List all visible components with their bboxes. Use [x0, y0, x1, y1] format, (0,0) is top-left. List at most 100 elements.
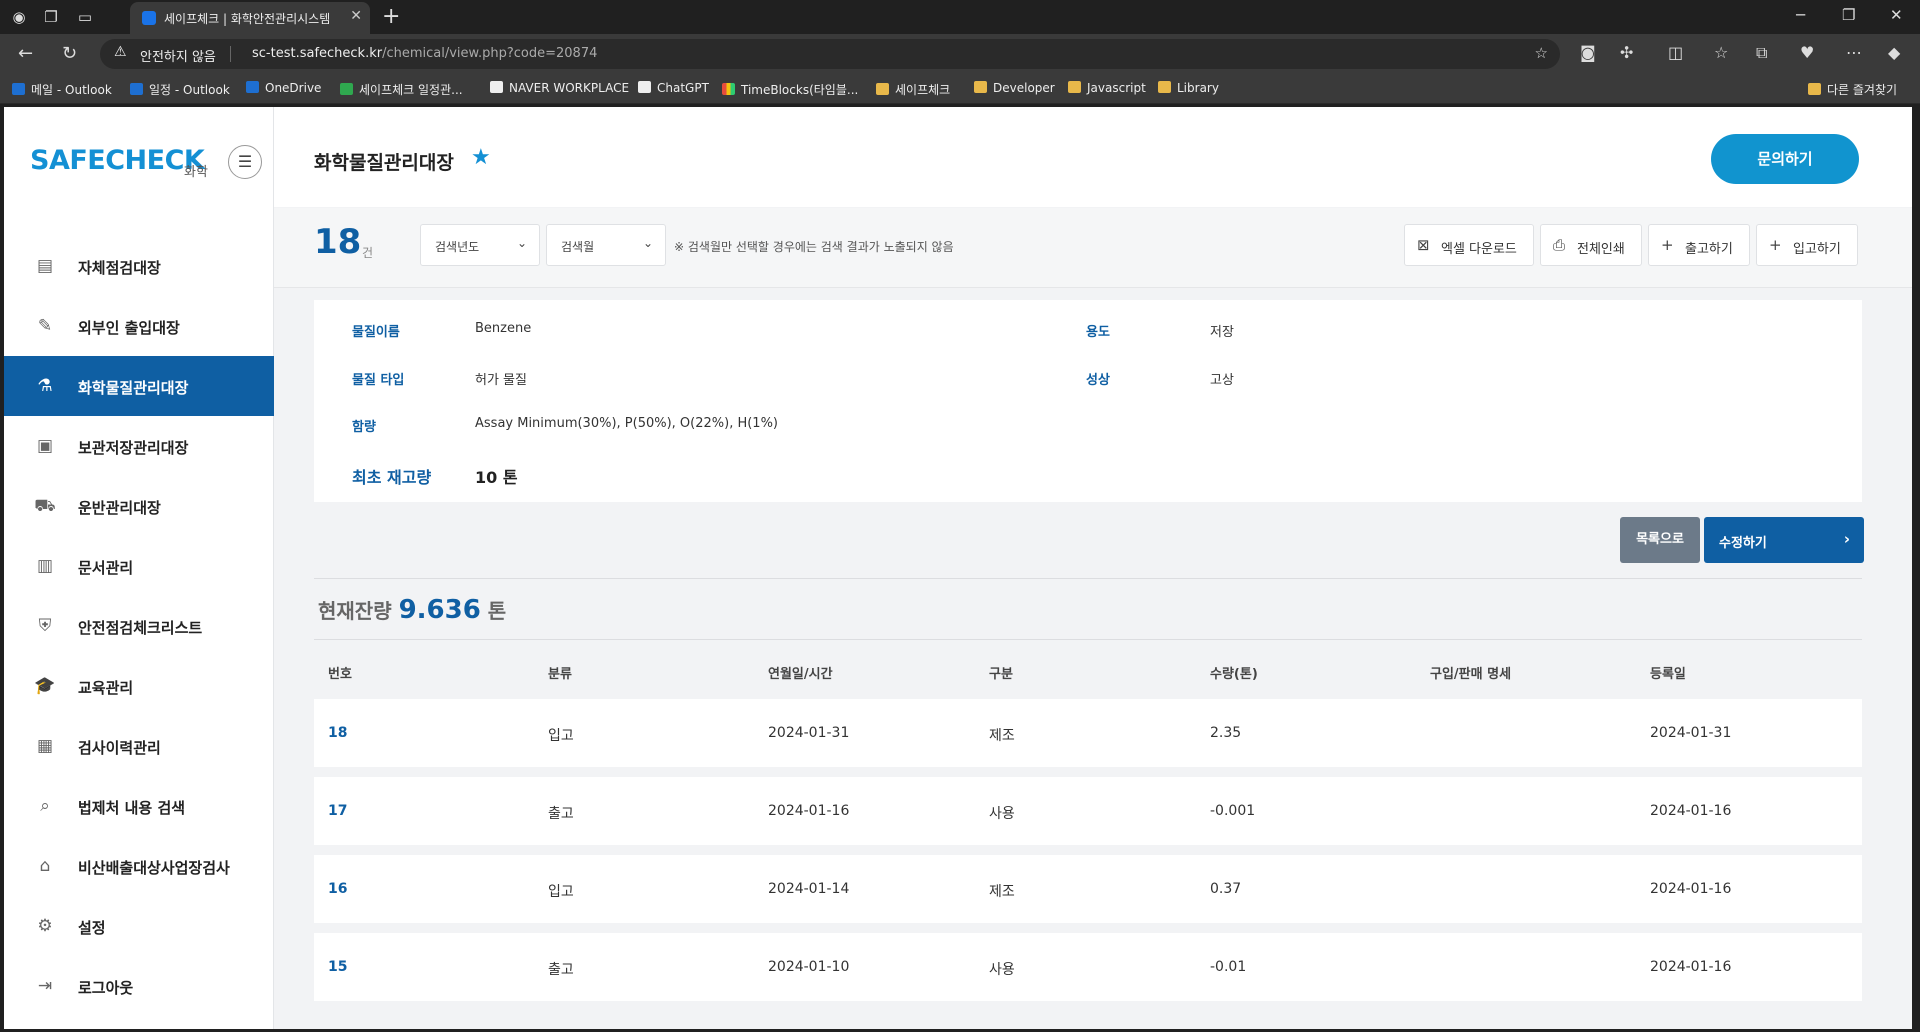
- workspaces-icon[interactable]: ❐: [40, 6, 62, 28]
- refresh-icon[interactable]: ↻: [62, 43, 77, 64]
- row-quantity: -0.001: [1210, 803, 1256, 819]
- usage-label: 용도: [1086, 325, 1110, 340]
- browser-tabbar: ◉ ❐ ▭ 세이프체크 | 화학안전관리시스템 ✕ + ─ ❐ ✕: [0, 0, 1920, 34]
- app-viewport: SAFECHECK 화학 ☰ ▤ 자체점검대장 ✎ 외부인 출입대장 ⚗ 화학물…: [4, 107, 1912, 1029]
- bookmark-outlook-calendar[interactable]: 일정 - Outlook: [130, 81, 230, 98]
- sidebar-item-transport[interactable]: ⛟ 운반관리대장: [4, 476, 274, 536]
- sidebar-item-documents[interactable]: ▥ 문서관리: [4, 536, 274, 596]
- back-to-list-button[interactable]: 목록으로: [1620, 517, 1700, 563]
- sidebar-item-chemical-management[interactable]: ⚗ 화학물질관리대장: [4, 356, 274, 416]
- excel-download-button[interactable]: ⊠ 엑셀 다운로드: [1404, 224, 1534, 266]
- browser-tab[interactable]: 세이프체크 | 화학안전관리시스템 ✕: [130, 2, 370, 34]
- bookmark-folder-javascript[interactable]: Javascript: [1068, 81, 1146, 95]
- table-row[interactable]: 15 출고 2024-01-10 사용 -0.01 2024-01-16: [314, 933, 1862, 1001]
- remaining-value: 9.636: [398, 595, 481, 625]
- sidebar-item-label: 외부인 출입대장: [78, 319, 180, 337]
- screenshot-icon[interactable]: ◙: [1580, 43, 1596, 62]
- tab-actions-icon[interactable]: ▭: [74, 6, 96, 28]
- print-all-button[interactable]: ⎙ 전체인쇄: [1540, 224, 1642, 266]
- security-warning[interactable]: 안전하지 않음: [140, 46, 216, 65]
- favorites-icon[interactable]: ☆: [1714, 43, 1728, 62]
- table-row[interactable]: 18 입고 2024-01-31 제조 2.35 2024-01-31: [314, 699, 1862, 767]
- chevron-down-icon: ⌄: [642, 236, 653, 250]
- bookmark-timeblocks[interactable]: TimeBlocks(타임블...: [722, 81, 858, 98]
- sidebar-item-law-search[interactable]: ⌕ 법제처 내용 검색: [4, 776, 274, 836]
- inquiry-button[interactable]: 문의하기: [1711, 134, 1859, 184]
- sidebar-item-visitor-log[interactable]: ✎ 외부인 출입대장: [4, 296, 274, 356]
- hamburger-menu-icon[interactable]: ☰: [228, 145, 262, 179]
- other-bookmarks[interactable]: 다른 즐겨찾기: [1808, 81, 1897, 98]
- chevron-right-icon: ›: [1843, 530, 1850, 548]
- edit-button[interactable]: 수정하기 ›: [1704, 517, 1864, 563]
- warning-icon: ⚠: [114, 44, 127, 60]
- restore-icon[interactable]: ❐: [1842, 6, 1855, 24]
- outlook-icon: [12, 83, 25, 95]
- collections-icon[interactable]: ⧉: [1756, 43, 1767, 63]
- row-date: 2024-01-31: [768, 725, 850, 741]
- main-content: 화학물질관리대장 ★ 문의하기 18 건 검색년도 ⌄ 검색월 ⌄ ※ 검색월만…: [274, 107, 1912, 1029]
- favorite-star-icon[interactable]: ☆: [1535, 44, 1548, 62]
- row-quantity: 0.37: [1210, 881, 1242, 897]
- sidebar-item-education[interactable]: 🎓 교육관리: [4, 656, 274, 716]
- incoming-button[interactable]: + 입고하기: [1756, 224, 1858, 266]
- row-registered: 2024-01-31: [1650, 725, 1732, 741]
- sidebar-item-self-inspection[interactable]: ▤ 자체점검대장: [4, 236, 274, 296]
- bookmark-safecheck-schedule[interactable]: 세이프체크 일정관...: [340, 81, 463, 98]
- factory-icon: ⌂: [39, 856, 51, 876]
- bookmark-folder-library[interactable]: Library: [1158, 81, 1219, 95]
- folder-icon: [1808, 83, 1821, 95]
- split-screen-icon[interactable]: ◫: [1668, 43, 1683, 62]
- sidebar-item-settings[interactable]: ⚙ 설정: [4, 896, 274, 956]
- row-number[interactable]: 15: [328, 959, 347, 975]
- row-division: 사용: [989, 962, 1015, 978]
- sidebar-item-fugitive-emission[interactable]: ⌂ 비산배출대상사업장검사: [4, 836, 274, 896]
- row-division: 제조: [989, 728, 1015, 744]
- minimize-icon[interactable]: ─: [1796, 6, 1805, 24]
- remaining-label: 현재잔량: [318, 599, 392, 623]
- bookmark-chatgpt[interactable]: ChatGPT: [638, 81, 709, 95]
- content-label: 함량: [352, 420, 376, 435]
- sidebar-item-label: 검사이력관리: [78, 739, 161, 757]
- usage-value: 저장: [1210, 325, 1234, 340]
- chatgpt-icon: [638, 81, 651, 93]
- column-header: 구분: [989, 667, 1013, 682]
- url-field[interactable]: ⚠ 안전하지 않음 sc-test.safecheck.kr/chemical/…: [100, 39, 1560, 69]
- bookmark-folder-safecheck[interactable]: 세이프체크: [876, 81, 950, 98]
- outgoing-button[interactable]: + 출고하기: [1648, 224, 1750, 266]
- sidebar-item-storage[interactable]: ▣ 보관저장관리대장: [4, 416, 274, 476]
- month-select[interactable]: 검색월 ⌄: [546, 224, 666, 266]
- bookmark-outlook-mail[interactable]: 메일 - Outlook: [12, 81, 112, 98]
- new-tab-icon[interactable]: +: [382, 4, 400, 29]
- logo[interactable]: SAFECHECK: [30, 145, 205, 176]
- copilot-icon[interactable]: ◆: [1888, 43, 1900, 62]
- type-label: 물질 타입: [352, 373, 405, 388]
- row-category: 입고: [548, 728, 574, 744]
- bookmark-naver-workplace[interactable]: NAVER WORKPLACE: [490, 81, 629, 95]
- year-select[interactable]: 검색년도 ⌄: [420, 224, 540, 266]
- favorite-star-icon[interactable]: ★: [471, 145, 491, 170]
- extensions-icon[interactable]: ✣: [1620, 43, 1633, 62]
- state-value: 고상: [1210, 373, 1234, 388]
- result-count: 18: [314, 222, 362, 262]
- table-row[interactable]: 16 입고 2024-01-14 제조 0.37 2024-01-16: [314, 855, 1862, 923]
- more-icon[interactable]: ⋯: [1846, 43, 1862, 62]
- close-window-icon[interactable]: ✕: [1890, 6, 1903, 24]
- table-row[interactable]: 17 출고 2024-01-16 사용 -0.001 2024-01-16: [314, 777, 1862, 845]
- url-text: sc-test.safecheck.kr/chemical/view.php?c…: [252, 46, 598, 61]
- health-icon[interactable]: ♥: [1800, 43, 1814, 62]
- folder-icon: [1158, 81, 1171, 93]
- back-icon[interactable]: ←: [18, 43, 33, 64]
- row-number[interactable]: 17: [328, 803, 347, 819]
- sidebar-item-safety-checklist[interactable]: ⛨ 안전점검체크리스트: [4, 596, 274, 656]
- sidebar-item-inspection-history[interactable]: ▦ 검사이력관리: [4, 716, 274, 776]
- row-number[interactable]: 18: [328, 725, 347, 741]
- sidebar-item-label: 자체점검대장: [78, 259, 161, 277]
- bookmark-folder-developer[interactable]: Developer: [974, 81, 1055, 95]
- row-category: 출고: [548, 962, 574, 978]
- sidebar-item-logout[interactable]: ⇥ 로그아웃: [4, 956, 274, 1016]
- close-tab-icon[interactable]: ✕: [350, 8, 362, 24]
- row-number[interactable]: 16: [328, 881, 347, 897]
- row-registered: 2024-01-16: [1650, 881, 1732, 897]
- bookmark-onedrive[interactable]: OneDrive: [246, 81, 321, 95]
- profile-avatar-icon[interactable]: ◉: [8, 6, 30, 28]
